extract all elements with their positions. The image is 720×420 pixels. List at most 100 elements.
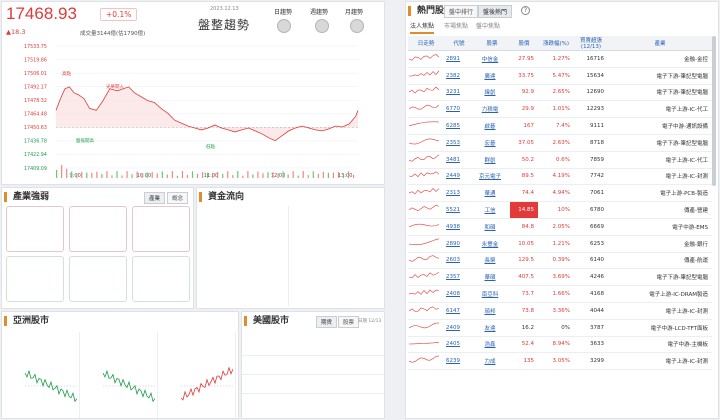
hot-col-header[interactable]: 股價 bbox=[510, 36, 538, 51]
hot-col-header[interactable]: 代號 bbox=[444, 36, 474, 51]
hot-code[interactable]: 2890 bbox=[444, 235, 474, 253]
trend-day-gauge[interactable] bbox=[277, 19, 291, 33]
hot-stock-name[interactable]: 宏碁 bbox=[474, 134, 510, 152]
hot-subtab-intraday[interactable]: 盤中焦點 bbox=[476, 21, 500, 30]
trend-month-gauge[interactable] bbox=[350, 19, 364, 33]
hot-row[interactable]: 6239 力成 135 3.05% 3299 電子上游-IC-封測 bbox=[408, 352, 712, 371]
hot-tab-afterhours[interactable]: 盤後熱門 bbox=[478, 5, 513, 18]
hot-code[interactable]: 5521 bbox=[444, 201, 474, 219]
hot-code[interactable]: 6770 bbox=[444, 100, 474, 119]
industry-card[interactable] bbox=[6, 206, 64, 252]
hot-stock-name[interactable]: 緯創 bbox=[474, 84, 510, 102]
hot-code[interactable]: 2353 bbox=[444, 134, 474, 152]
hot-code[interactable]: 6239 bbox=[444, 352, 474, 371]
hot-code[interactable]: 2357 bbox=[444, 268, 474, 287]
hot-subtab-market[interactable]: 市場焦點 bbox=[444, 21, 468, 30]
hot-row[interactable]: 2408 南亞科 73.7 1.66% 4168 電子上游-IC-DRAM製造 bbox=[408, 285, 712, 303]
hot-stock-name[interactable]: 華通 bbox=[474, 184, 510, 203]
hot-code[interactable]: 2405 bbox=[444, 336, 474, 354]
hot-code[interactable]: 2409 bbox=[444, 319, 474, 337]
hot-col-header[interactable]: 日走勢 bbox=[408, 36, 444, 51]
fund-row[interactable] bbox=[199, 239, 288, 267]
industry-card[interactable] bbox=[132, 206, 190, 252]
hot-row[interactable]: 2603 長榮 129.5 0.39% 6140 傳產-航運 bbox=[408, 252, 712, 270]
hot-row[interactable]: 2890 永豐金 10.05 1.21% 6253 金融-銀行 bbox=[408, 235, 712, 253]
us-market-row[interactable] bbox=[242, 376, 384, 394]
hot-code[interactable]: 2603 bbox=[444, 252, 474, 270]
fund-row[interactable] bbox=[292, 272, 384, 300]
hot-row[interactable]: 3231 緯創 92.9 2.65% 12690 電子下游-筆記型電腦 bbox=[408, 84, 712, 102]
hot-code[interactable]: 4938 bbox=[444, 218, 474, 236]
hot-row-sparkline bbox=[408, 322, 439, 328]
industry-tab-sector[interactable]: 產業 bbox=[144, 192, 166, 204]
asia-market-card[interactable] bbox=[83, 332, 158, 418]
hot-col-header[interactable]: 漲跌幅(%) bbox=[538, 36, 574, 51]
fund-row[interactable] bbox=[292, 206, 384, 234]
hot-scrollbar[interactable] bbox=[712, 36, 716, 186]
hot-code[interactable]: 2891 bbox=[444, 50, 474, 68]
us-tab-stocks[interactable]: 股票 bbox=[338, 316, 360, 328]
hot-row[interactable]: 2313 華通 74.4 4.94% 7061 電子上游-PCB-製造 bbox=[408, 184, 712, 203]
hot-stock-name[interactable]: 頎邦 bbox=[474, 302, 510, 320]
hot-code[interactable]: 2313 bbox=[444, 184, 474, 203]
help-icon[interactable]: ? bbox=[521, 6, 530, 15]
hot-row[interactable]: 2405 浩鑫 52.4 8.94% 3633 電子中游-主機板 bbox=[408, 336, 712, 354]
hot-stock-name[interactable]: 工信 bbox=[474, 201, 510, 219]
hot-stock-name[interactable]: 友達 bbox=[474, 319, 510, 337]
fund-row[interactable] bbox=[199, 206, 288, 234]
hot-row[interactable]: 2353 宏碁 37.05 2.63% 8718 電子下游-筆記型電腦 bbox=[408, 134, 712, 152]
industry-card[interactable] bbox=[69, 206, 127, 252]
hot-stock-name[interactable]: 和碩 bbox=[474, 218, 510, 236]
us-tab-futures[interactable]: 期貨 bbox=[316, 316, 338, 328]
hot-row[interactable]: 6285 啟碁 167 7.4% 9111 電子中游-通訊設備 bbox=[408, 117, 712, 135]
us-market-row[interactable] bbox=[242, 357, 384, 375]
hot-row[interactable]: 5521 工信 14.85 10% 6780 傳產-營建 bbox=[408, 201, 712, 219]
hot-tab-intraday[interactable]: 盤中排行 bbox=[444, 5, 479, 18]
hot-row[interactable]: 2382 廣達 33.75 5.47% 15634 電子下游-筆記型電腦 bbox=[408, 67, 712, 85]
volume-bar bbox=[292, 171, 294, 178]
hot-code[interactable]: 2449 bbox=[444, 168, 474, 186]
hot-stock-name[interactable]: 中信金 bbox=[474, 50, 510, 68]
hot-stock-name[interactable]: 群創 bbox=[474, 151, 510, 169]
hot-stock-name[interactable]: 華碩 bbox=[474, 268, 510, 287]
hot-row[interactable]: 4938 和碩 84.8 2.05% 6669 電子中游-EMS bbox=[408, 218, 712, 236]
hot-row[interactable]: 6147 頎邦 73.8 3.36% 4044 電子上游-IC-封測 bbox=[408, 302, 712, 320]
trend-week-gauge[interactable] bbox=[315, 19, 329, 33]
industry-card[interactable] bbox=[132, 256, 190, 302]
hot-stock-name[interactable]: 永豐金 bbox=[474, 235, 510, 253]
us-market-row[interactable] bbox=[242, 338, 384, 356]
hot-code[interactable]: 2408 bbox=[444, 285, 474, 303]
industry-card[interactable] bbox=[6, 256, 64, 302]
hot-row[interactable]: 2409 友達 16.2 0% 3787 電子中游-LCD-TFT面板 bbox=[408, 319, 712, 337]
hot-net-buy: 3787 bbox=[574, 319, 608, 337]
fund-row[interactable] bbox=[292, 239, 384, 267]
hot-code[interactable]: 6285 bbox=[444, 117, 474, 135]
hot-stock-name[interactable]: 長榮 bbox=[474, 252, 510, 270]
hot-col-header[interactable]: 產業 bbox=[608, 36, 712, 51]
hot-code[interactable]: 3231 bbox=[444, 84, 474, 102]
hot-stock-name[interactable]: 南亞科 bbox=[474, 285, 510, 303]
hot-row[interactable]: 2357 華碩 407.5 3.69% 4246 電子下游-筆記型電腦 bbox=[408, 268, 712, 287]
hot-row[interactable]: 2891 中信金 27.95 1.27% 16716 金融-金控 bbox=[408, 50, 712, 68]
fund-row[interactable] bbox=[199, 272, 288, 300]
asia-market-card[interactable] bbox=[161, 332, 236, 418]
hot-stock-name[interactable]: 浩鑫 bbox=[474, 336, 510, 354]
hot-col-header[interactable]: 買賣超張(12/13) bbox=[574, 36, 608, 51]
hot-col-header[interactable]: 股票 bbox=[474, 36, 510, 51]
hot-subtab-institutional[interactable]: 法人焦點 bbox=[410, 21, 435, 34]
hot-stock-name[interactable]: 啟碁 bbox=[474, 117, 510, 135]
hot-stock-name[interactable]: 力積電 bbox=[474, 100, 510, 119]
hot-code[interactable]: 6147 bbox=[444, 302, 474, 320]
hot-stock-name[interactable]: 廣達 bbox=[474, 67, 510, 85]
hot-row[interactable]: 6770 力積電 29.9 1.01% 12293 電子上游-IC-代工 bbox=[408, 100, 712, 119]
asia-market-card[interactable] bbox=[5, 332, 80, 418]
hot-row[interactable]: 3481 群創 50.2 0.6% 7859 電子上游-IC-代工 bbox=[408, 151, 712, 169]
hot-stock-name[interactable]: 力成 bbox=[474, 352, 510, 371]
industry-tab-concept[interactable]: 概念 bbox=[167, 192, 189, 204]
hot-row[interactable]: 2449 京元電子 89.5 4.19% 7742 電子上游-IC-封測 bbox=[408, 168, 712, 186]
hot-stock-name[interactable]: 京元電子 bbox=[474, 168, 510, 186]
hot-code[interactable]: 2382 bbox=[444, 67, 474, 85]
industry-card[interactable] bbox=[69, 256, 127, 302]
hot-row-sparkline-cell bbox=[408, 235, 444, 253]
hot-code[interactable]: 3481 bbox=[444, 151, 474, 169]
